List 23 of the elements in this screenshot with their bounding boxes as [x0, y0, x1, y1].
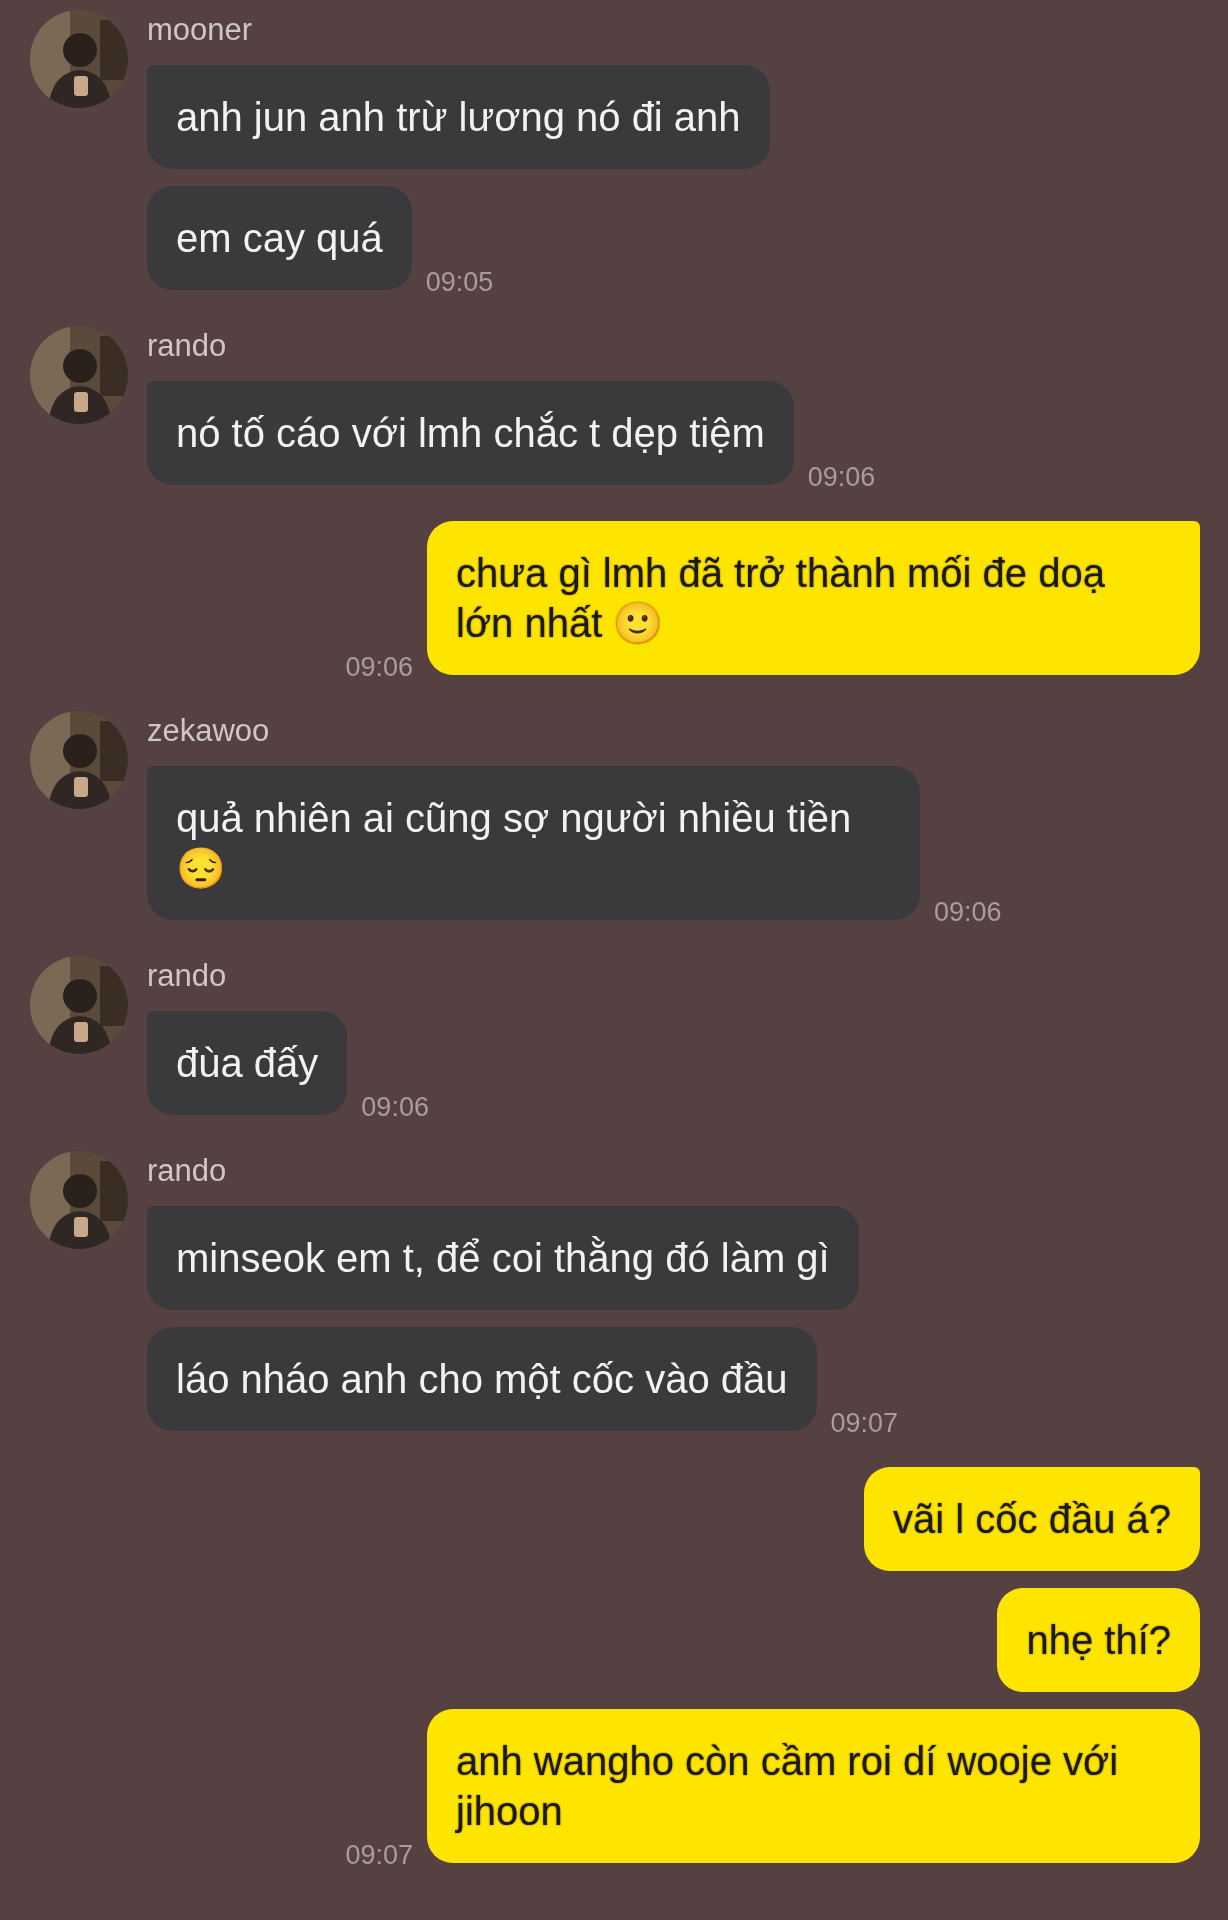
- message-bubble: nó tố cáo với lmh chắc t dẹp tiệm: [147, 381, 794, 485]
- timestamp: 09:06: [934, 897, 1002, 928]
- timestamp: 09:06: [345, 652, 413, 683]
- timestamp: 09:07: [345, 1840, 413, 1871]
- message-bubble: anh jun anh trừ lương nó đi anh: [147, 65, 770, 169]
- message-bubble: láo nháo anh cho một cốc vào đầu: [147, 1327, 817, 1431]
- message-bubble: chưa gì lmh đã trở thành mối đe doạ lớn nhất 🙂: [427, 521, 1200, 675]
- message-bubble: quả nhiên ai cũng sợ người nhiều tiền 😔: [147, 766, 920, 920]
- timestamp: 09:07: [830, 1408, 899, 1439]
- sender-name: rando: [147, 958, 228, 994]
- timestamp: 09:06: [361, 1092, 429, 1123]
- timestamp: 09:06: [807, 462, 876, 493]
- sender-name: rando: [147, 328, 228, 364]
- message-bubble: nhẹ thí?: [997, 1588, 1200, 1692]
- message-bubble: đùa đấy: [147, 1011, 348, 1115]
- message-bubble: anh wangho còn cầm roi dí wooje với jihoon: [427, 1709, 1200, 1863]
- message-bubble: em cay quá: [147, 186, 412, 290]
- message-bubble: minseok em t, để coi thằng đó làm gì: [147, 1206, 859, 1310]
- sender-name: mooner: [147, 12, 254, 48]
- sender-name: rando: [147, 1153, 228, 1189]
- sender-name: zekawoo: [147, 713, 271, 749]
- message-bubble: vãi l cốc đầu á?: [864, 1467, 1200, 1571]
- timestamp: 09:05: [425, 267, 494, 298]
